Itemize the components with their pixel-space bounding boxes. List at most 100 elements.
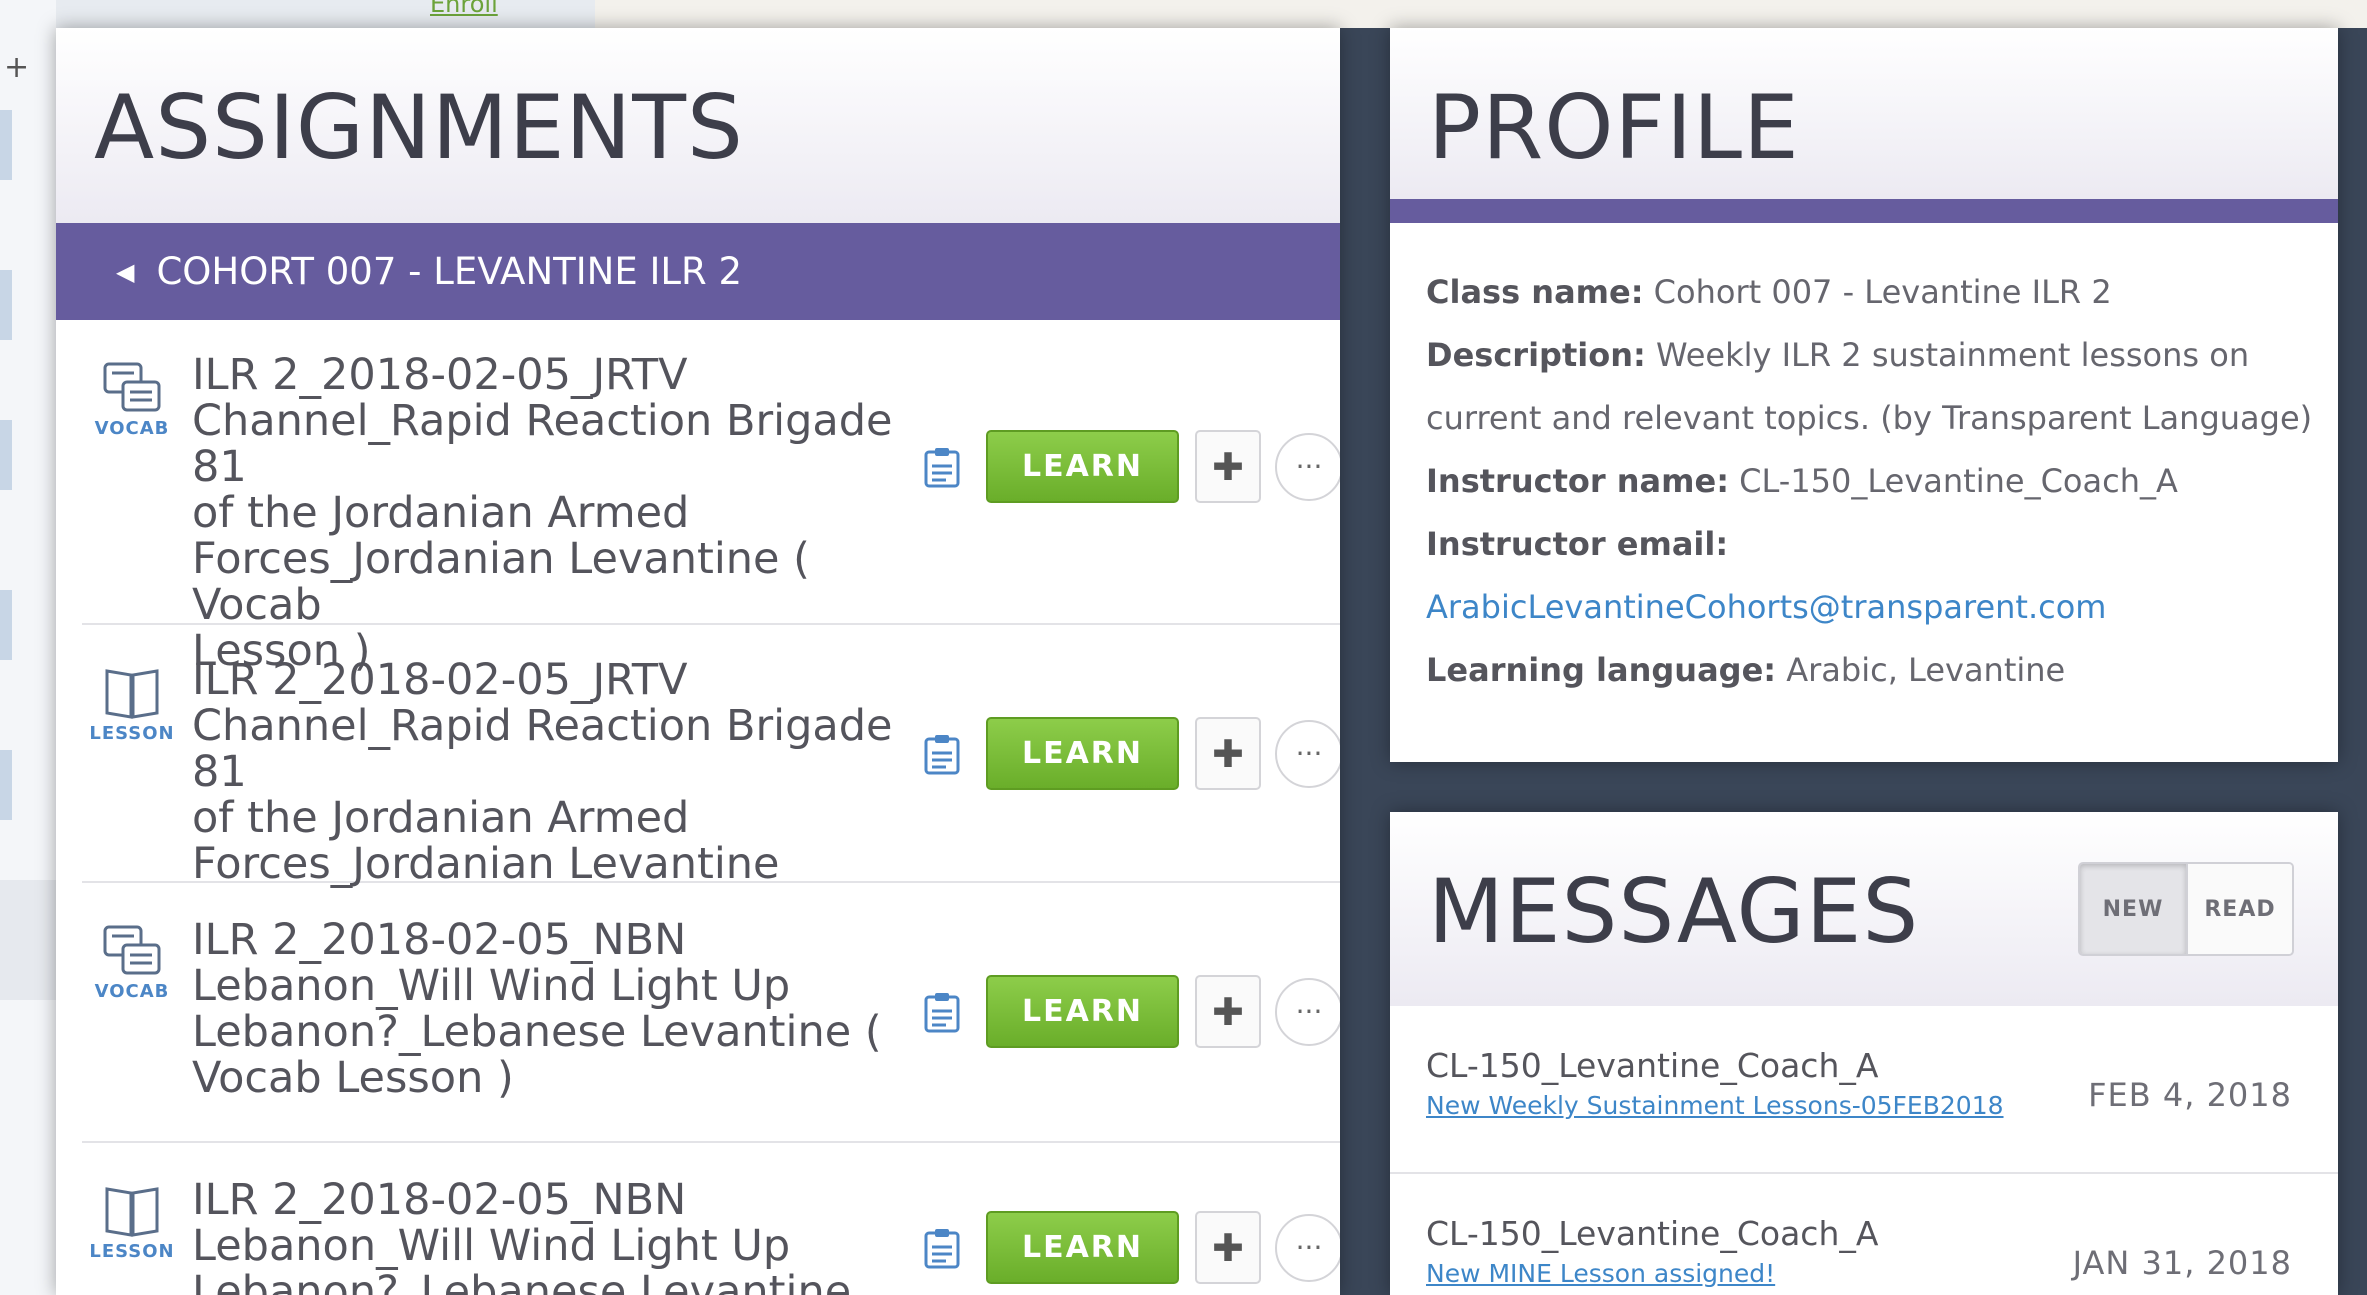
language-row: Learning language: Arabic, Levantine: [1426, 651, 2338, 714]
description-row: Description: Weekly ILR 2 sustainment le…: [1426, 336, 2338, 399]
learn-button[interactable]: LEARN: [986, 1211, 1179, 1284]
top-strip: Enroll: [0, 0, 2367, 28]
sidebar-shade: [0, 880, 56, 1000]
assignment-type: VOCAB: [82, 360, 182, 439]
type-tag: LESSON: [89, 1241, 175, 1262]
class-name-value: Cohort 007 - Levantine ILR 2: [1643, 273, 2112, 311]
assignments-title: ASSIGNMENTS: [94, 76, 744, 179]
sidebar-band: [0, 110, 12, 180]
row-actions: LEARN ✚ ···: [922, 1211, 1340, 1284]
language-value: Arabic, Levantine: [1776, 651, 2066, 689]
title-line: Lebanon_Will Wind Light Up: [192, 1221, 791, 1271]
previous-panel-edge: Enroll: [0, 0, 595, 28]
clipboard-icon[interactable]: [922, 733, 962, 775]
instructor-name-label: Instructor name:: [1426, 462, 1729, 500]
title-line: Forces_Jordanian Levantine ( Vocab: [192, 534, 810, 630]
assignment-row: LESSON ILR 2_2018-02-05_JRTV Channel_Rap…: [82, 625, 1340, 887]
title-line: of the Jordanian Armed: [192, 793, 690, 843]
add-plus-button[interactable]: ✚: [1195, 1211, 1261, 1284]
enroll-link[interactable]: Enroll: [430, 0, 498, 18]
sidebar-band: [0, 750, 12, 820]
row-actions: LEARN ✚ ···: [922, 975, 1340, 1048]
expand-plus-icon[interactable]: +: [4, 50, 29, 85]
title-line: Lebanon?_Lebanese Levantine: [192, 1267, 852, 1295]
title-line: Lebanon_Will Wind Light Up: [192, 961, 791, 1011]
vocab-icon: [103, 362, 161, 412]
description-row-continued: current and relevant topics. (by Transpa…: [1426, 399, 2313, 437]
row-actions: LEARN ✚ ···: [922, 430, 1340, 503]
sidebar-band: [0, 270, 12, 340]
add-plus-button[interactable]: ✚: [1195, 717, 1261, 790]
instructor-email-label: Instructor email:: [1426, 525, 1729, 563]
profile-panel: PROFILE Class name: Cohort 007 - Levanti…: [1390, 28, 2338, 762]
description-label: Description:: [1426, 336, 1646, 374]
sidebar-band: [0, 590, 12, 660]
vocab-icon: [103, 925, 161, 975]
description-value: Weekly ILR 2 sustainment lessons on: [1645, 336, 2250, 374]
clipboard-icon[interactable]: [922, 446, 962, 488]
title-line: of the Jordanian Armed: [192, 488, 690, 538]
sidebar-band: [0, 420, 12, 490]
assignment-title[interactable]: ILR 2_2018-02-05_NBN Lebanon_Will Wind L…: [192, 917, 932, 1101]
message-item[interactable]: CL-150_Levantine_Coach_A New Weekly Sust…: [1390, 1006, 2338, 1174]
profile-details: Class name: Cohort 007 - Levantine ILR 2…: [1390, 223, 2338, 714]
message-filter-toggle: NEW READ: [2078, 862, 2294, 956]
assignment-title[interactable]: ILR 2_2018-02-05_NBN Lebanon_Will Wind L…: [192, 1177, 932, 1295]
title-line: ILR 2_2018-02-05_NBN: [192, 1175, 687, 1225]
messages-header: MESSAGES NEW READ: [1390, 812, 2338, 1006]
instructor-name-value: CL-150_Levantine_Coach_A: [1728, 462, 2178, 500]
learn-button[interactable]: LEARN: [986, 975, 1179, 1048]
learn-button[interactable]: LEARN: [986, 430, 1179, 503]
more-options-button[interactable]: ···: [1275, 1213, 1340, 1282]
lesson-book-icon: [105, 1187, 159, 1237]
instructor-name-row: Instructor name: CL-150_Levantine_Coach_…: [1426, 462, 2338, 525]
language-label: Learning language:: [1426, 651, 1777, 689]
messages-panel: MESSAGES NEW READ CL-150_Levantine_Coach…: [1390, 812, 2338, 1295]
assignment-row: LESSON ILR 2_2018-02-05_NBN Lebanon_Will…: [82, 1143, 1340, 1295]
more-options-button[interactable]: ···: [1275, 719, 1340, 788]
title-line: Channel_Rapid Reaction Brigade 81: [192, 701, 893, 797]
title-line: Forces_Jordanian Levantine: [192, 839, 780, 889]
message-date: JAN 31, 2018: [2072, 1244, 2292, 1282]
assignment-row: VOCAB ILR 2_2018-02-05_NBN Lebanon_Will …: [82, 883, 1340, 1143]
add-plus-button[interactable]: ✚: [1195, 975, 1261, 1048]
more-options-button[interactable]: ···: [1275, 432, 1340, 501]
assignment-row: VOCAB ILR 2_2018-02-05_JRTV Channel_Rapi…: [82, 320, 1340, 674]
message-item[interactable]: CL-150_Levantine_Coach_A New MINE Lesson…: [1390, 1174, 2338, 1295]
caret-left-icon: ◀: [116, 257, 135, 286]
title-line: ILR 2_2018-02-05_JRTV: [192, 655, 688, 705]
profile-title: PROFILE: [1428, 76, 1800, 179]
learn-button[interactable]: LEARN: [986, 717, 1179, 790]
type-tag: VOCAB: [94, 418, 170, 439]
class-name-label: Class name:: [1426, 273, 1644, 311]
more-options-button[interactable]: ···: [1275, 977, 1340, 1046]
row-actions: LEARN ✚ ···: [922, 717, 1340, 790]
type-tag: VOCAB: [94, 981, 170, 1002]
assignment-title[interactable]: ILR 2_2018-02-05_JRTV Channel_Rapid Reac…: [192, 657, 932, 887]
lesson-book-icon: [105, 669, 159, 719]
assignments-panel: ASSIGNMENTS ◀ COHORT 007 - LEVANTINE ILR…: [56, 28, 1340, 1295]
clipboard-icon[interactable]: [922, 991, 962, 1033]
title-line: ILR 2_2018-02-05_NBN: [192, 915, 687, 965]
title-line: Channel_Rapid Reaction Brigade 81: [192, 396, 893, 492]
type-tag: LESSON: [89, 723, 175, 744]
new-messages-tab[interactable]: NEW: [2080, 864, 2186, 954]
class-name-row: Class name: Cohort 007 - Levantine ILR 2: [1426, 273, 2338, 336]
assignment-list: VOCAB ILR 2_2018-02-05_JRTV Channel_Rapi…: [56, 320, 1340, 1295]
left-sidebar-edge: +: [0, 0, 56, 1295]
assignment-type: LESSON: [82, 665, 182, 744]
assignment-type: LESSON: [82, 1183, 182, 1262]
assignment-type: VOCAB: [82, 923, 182, 1002]
instructor-email-link-row: ArabicLevantineCohorts@transparent.com: [1426, 588, 2338, 651]
message-date: FEB 4, 2018: [2088, 1076, 2292, 1114]
instructor-email-link[interactable]: ArabicLevantineCohorts@transparent.com: [1426, 588, 2106, 626]
cohort-name: COHORT 007 - LEVANTINE ILR 2: [156, 250, 743, 293]
clipboard-icon[interactable]: [922, 1227, 962, 1269]
cohort-selector[interactable]: ◀ COHORT 007 - LEVANTINE ILR 2: [56, 223, 1340, 320]
add-plus-button[interactable]: ✚: [1195, 430, 1261, 503]
instructor-email-row: Instructor email:: [1426, 525, 2338, 588]
read-messages-tab[interactable]: READ: [2186, 864, 2292, 954]
profile-header: PROFILE: [1390, 28, 2338, 223]
title-line: ILR 2_2018-02-05_JRTV: [192, 350, 688, 400]
assignments-header: ASSIGNMENTS: [56, 28, 1340, 223]
